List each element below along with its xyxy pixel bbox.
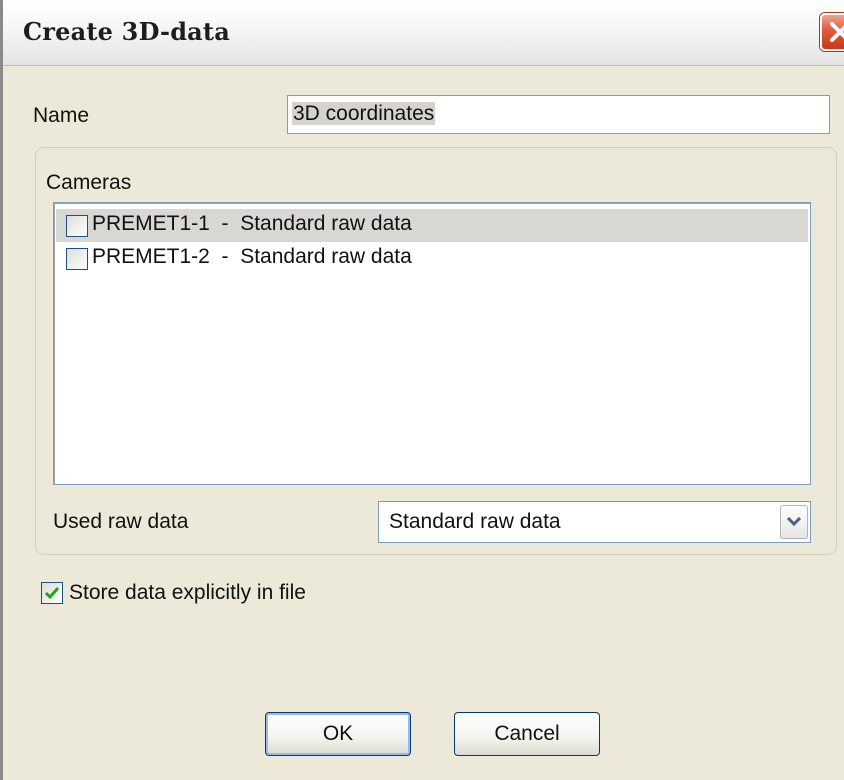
camera-item-premet1-2[interactable]: PREMET1-2 - Standard raw data — [56, 242, 808, 275]
chevron-down-icon — [787, 517, 801, 527]
store-data-label[interactable]: Store data explicitly in file — [69, 581, 306, 605]
used-raw-data-value: Standard raw data — [389, 510, 561, 533]
store-data-checkbox[interactable] — [41, 582, 63, 604]
title-bar[interactable]: Create 3D-data — [3, 0, 844, 66]
dropdown-button[interactable] — [780, 505, 808, 539]
cameras-list[interactable]: PREMET1-1 - Standard raw data PREMET1-2 … — [53, 202, 811, 485]
name-label: Name — [33, 104, 90, 127]
camera-checkbox[interactable] — [66, 248, 88, 270]
camera-checkbox[interactable] — [66, 215, 88, 237]
camera-item-label: PREMET1-2 - Standard raw data — [92, 245, 412, 268]
used-raw-data-label: Used raw data — [53, 510, 189, 533]
camera-item-label: PREMET1-1 - Standard raw data — [92, 212, 412, 235]
dialog-title: Create 3D-data — [23, 17, 230, 46]
camera-item-premet1-1[interactable]: PREMET1-1 - Standard raw data — [56, 209, 808, 242]
name-input[interactable]: 3D coordinates — [287, 95, 830, 134]
dialog-window: Create 3D-data Name 3D coordinates Camer… — [0, 0, 844, 780]
checkmark-icon — [44, 587, 60, 600]
cameras-label: Cameras — [46, 171, 132, 194]
ok-button[interactable]: OK — [265, 712, 411, 756]
close-icon — [830, 22, 844, 42]
close-button[interactable] — [820, 13, 844, 51]
name-input-value: 3D coordinates — [292, 102, 436, 125]
cancel-button[interactable]: Cancel — [454, 712, 600, 756]
used-raw-data-select[interactable]: Standard raw data — [378, 501, 811, 543]
